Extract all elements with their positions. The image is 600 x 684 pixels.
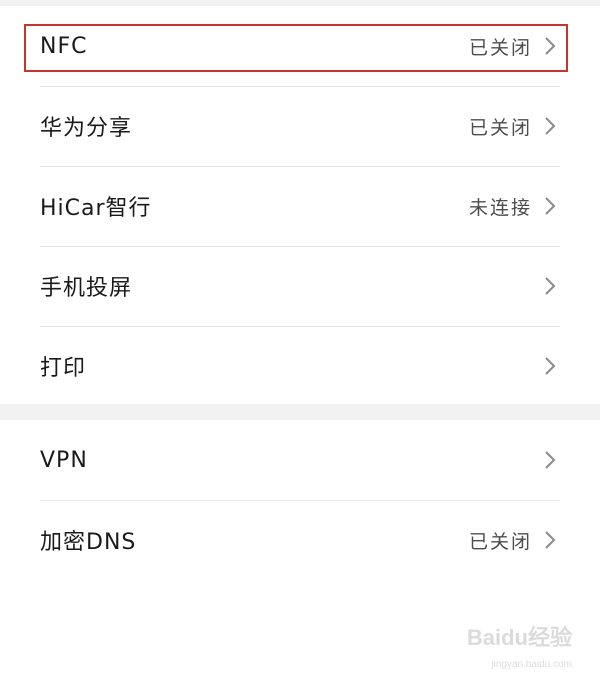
group-separator: [0, 404, 600, 420]
settings-row-print[interactable]: 打印: [0, 326, 600, 406]
settings-row-hicar[interactable]: HiCar智行 未连接: [0, 166, 600, 246]
baidu-watermark: Baidu经验 jingyan.baidu.com: [452, 620, 572, 670]
chevron-right-icon: [540, 194, 560, 218]
row-status: 未连接: [468, 196, 532, 219]
settings-row-huawei-share[interactable]: 华为分享 已关闭: [0, 86, 600, 166]
row-label: 华为分享: [40, 116, 133, 141]
row-label: 打印: [40, 356, 87, 381]
row-label: 手机投屏: [40, 276, 133, 301]
settings-group-connectivity: NFC 已关闭 华为分享 已关闭 HiCar智行 未连接 手机投屏 打印: [0, 6, 600, 406]
chevron-right-icon: [540, 274, 560, 298]
settings-row-vpn[interactable]: VPN: [0, 420, 600, 500]
row-status: 已关闭: [468, 116, 532, 139]
chevron-right-icon: [540, 34, 560, 58]
settings-group-network: VPN 加密DNS 已关闭: [0, 420, 600, 580]
settings-row-nfc[interactable]: NFC 已关闭: [0, 6, 600, 86]
row-status: 已关闭: [468, 36, 532, 59]
chevron-right-icon: [540, 354, 560, 378]
row-label: NFC: [40, 33, 88, 59]
row-label: 加密DNS: [40, 530, 137, 555]
row-status: 已关闭: [468, 530, 532, 553]
row-label: VPN: [40, 447, 88, 473]
settings-row-screen-projection[interactable]: 手机投屏: [0, 246, 600, 326]
watermark-logo: Baidu经验: [466, 625, 572, 650]
chevron-right-icon: [540, 528, 560, 552]
chevron-right-icon: [540, 448, 560, 472]
watermark-url: jingyan.baidu.com: [491, 659, 572, 670]
chevron-right-icon: [540, 114, 560, 138]
settings-row-encrypted-dns[interactable]: 加密DNS 已关闭: [0, 500, 600, 580]
row-label: HiCar智行: [40, 196, 152, 221]
